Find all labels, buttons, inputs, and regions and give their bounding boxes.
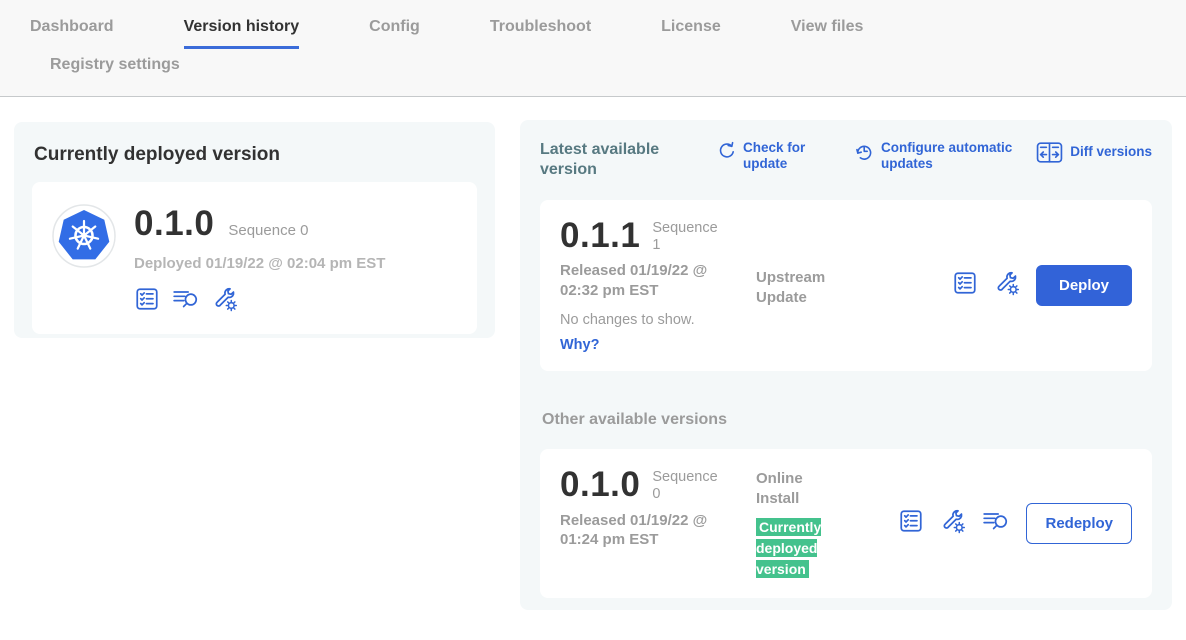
diff-versions-label: Diff versions <box>1070 144 1152 160</box>
configure-automatic-updates-link[interactable]: Configure automatic updates <box>854 140 1026 172</box>
deploy-logs-icon[interactable] <box>982 508 1010 539</box>
other-version-number: 0.1.0 <box>560 467 640 502</box>
schedule-icon <box>854 141 874 161</box>
deployed-version-info: 0.1.0 Sequence 0 Deployed 01/19/22 @ 02:… <box>134 204 385 312</box>
tab-troubleshoot[interactable]: Troubleshoot <box>490 18 591 46</box>
other-available-versions-heading: Other available versions <box>542 411 1152 429</box>
available-versions-header: Latest available version Check for updat… <box>540 140 1152 180</box>
no-changes-text: No changes to show. <box>560 312 756 328</box>
latest-version-number: 0.1.1 <box>560 218 640 253</box>
deployed-timestamp: Deployed 01/19/22 @ 02:04 pm EST <box>134 255 385 272</box>
preflight-checks-icon[interactable] <box>134 286 160 312</box>
latest-version-source: Upstream Update <box>756 218 856 353</box>
other-version-info: 0.1.0 Sequence 0 Released 01/19/22 @ 01:… <box>560 467 756 580</box>
other-sequence-label: Sequence 0 <box>652 467 722 502</box>
other-version-actions: Redeploy <box>898 467 1132 580</box>
edit-config-icon[interactable] <box>994 270 1020 301</box>
deployed-version-number: 0.1.0 <box>134 206 214 241</box>
check-for-update-label: Check for update <box>743 140 828 172</box>
diff-versions-link[interactable]: Diff versions <box>1036 140 1152 164</box>
check-for-update-link[interactable]: Check for update <box>716 140 828 172</box>
tab-license[interactable]: License <box>661 18 721 46</box>
edit-config-icon[interactable] <box>940 508 966 539</box>
other-version-source: Online Install <box>756 469 840 508</box>
latest-version-info: 0.1.1 Sequence 1 Released 01/19/22 @ 02:… <box>560 218 756 353</box>
edit-config-icon[interactable] <box>212 286 238 312</box>
nav-row-2: Registry settings <box>0 49 1186 74</box>
refresh-icon <box>716 141 736 161</box>
preflight-checks-icon[interactable] <box>898 508 924 539</box>
deployed-sequence-label: Sequence 0 <box>228 222 308 239</box>
why-link[interactable]: Why? <box>560 337 756 353</box>
top-navigation: Dashboard Version history Config Trouble… <box>0 0 1186 97</box>
kubernetes-logo-icon <box>52 204 116 312</box>
tab-config[interactable]: Config <box>369 18 420 46</box>
nav-row-1: Dashboard Version history Config Trouble… <box>0 0 1186 49</box>
tab-dashboard[interactable]: Dashboard <box>30 18 114 46</box>
tab-version-history[interactable]: Version history <box>184 18 300 49</box>
redeploy-button[interactable]: Redeploy <box>1026 503 1132 544</box>
currently-deployed-panel: Currently deployed version <box>14 122 495 338</box>
configure-automatic-updates-label: Configure automatic updates <box>881 140 1026 172</box>
preflight-checks-icon[interactable] <box>952 270 978 301</box>
currently-deployed-badge: Currently deployed version <box>756 518 821 578</box>
deploy-button[interactable]: Deploy <box>1036 265 1132 306</box>
latest-released-timestamp: Released 01/19/22 @ 02:32 pm EST <box>560 261 740 300</box>
tab-view-files[interactable]: View files <box>791 18 864 46</box>
currently-deployed-badge-wrap: Currently deployed version <box>756 517 828 580</box>
other-released-timestamp: Released 01/19/22 @ 01:24 pm EST <box>560 511 740 550</box>
currently-deployed-title: Currently deployed version <box>34 144 477 166</box>
other-version-source-col: Online Install Currently deployed versio… <box>756 467 840 580</box>
available-versions-panel: Latest available version Check for updat… <box>520 120 1172 610</box>
deployed-version-card: 0.1.0 Sequence 0 Deployed 01/19/22 @ 02:… <box>32 182 477 334</box>
latest-version-actions: Deploy <box>952 218 1132 353</box>
tab-registry-settings[interactable]: Registry settings <box>50 56 180 83</box>
latest-sequence-label: Sequence 1 <box>652 218 722 253</box>
other-version-card: 0.1.0 Sequence 0 Released 01/19/22 @ 01:… <box>540 449 1152 598</box>
latest-available-title: Latest available version <box>540 140 692 180</box>
deploy-logs-icon[interactable] <box>172 286 200 312</box>
latest-version-card: 0.1.1 Sequence 1 Released 01/19/22 @ 02:… <box>540 200 1152 371</box>
diff-icon <box>1036 141 1063 164</box>
